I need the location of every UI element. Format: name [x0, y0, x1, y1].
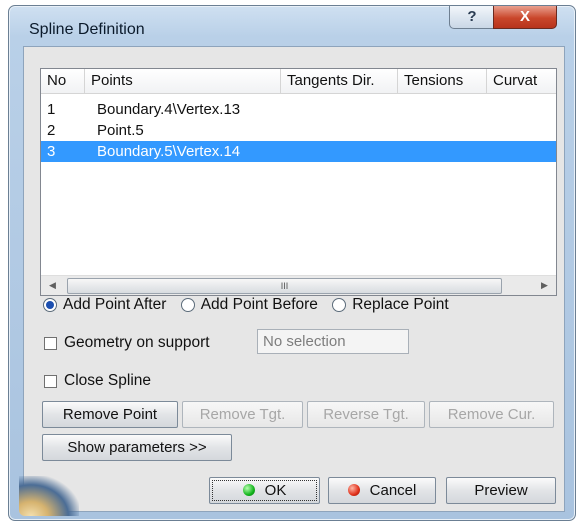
remove-cur-button[interactable]: Remove Cur.: [429, 401, 554, 428]
cancel-button[interactable]: Cancel: [328, 477, 436, 504]
cancel-label: Cancel: [369, 482, 417, 499]
close-button[interactable]: X: [493, 6, 557, 29]
add-point-after-option[interactable]: Add Point After: [43, 296, 166, 314]
list-row-1[interactable]: 1 Boundary.4\Vertex.13: [41, 99, 556, 120]
add-point-before-label: Add Point Before: [200, 296, 318, 313]
close-spline-label: Close Spline: [64, 372, 152, 389]
radio-button-icon[interactable]: [180, 298, 195, 312]
column-header-points[interactable]: Points: [85, 69, 281, 93]
geometry-on-support-checkbox[interactable]: [44, 336, 57, 350]
ok-button[interactable]: OK: [209, 477, 320, 504]
preview-button[interactable]: Preview: [446, 477, 556, 504]
list-row-3-selected[interactable]: 3 Boundary.5\Vertex.14: [41, 141, 556, 162]
insert-mode-options: Add Point After Add Point Before Replace…: [43, 296, 459, 314]
remove-point-button[interactable]: Remove Point: [42, 401, 178, 428]
replace-point-label: Replace Point: [352, 296, 449, 313]
close-spline-checkbox[interactable]: [44, 374, 57, 388]
scroll-left-arrow-icon[interactable]: ◀: [43, 276, 62, 295]
ok-label: OK: [264, 482, 287, 499]
row-number: 3: [47, 143, 56, 160]
support-selection-field[interactable]: No selection: [257, 329, 409, 354]
green-led-icon: [242, 483, 255, 496]
column-header-curvature[interactable]: Curvat: [487, 69, 556, 93]
geometry-on-support-label: Geometry on support: [64, 334, 210, 351]
replace-point-option[interactable]: Replace Point: [332, 296, 449, 314]
show-parameters-button[interactable]: Show parameters >>: [42, 434, 232, 461]
row-point: Boundary.4\Vertex.13: [97, 101, 241, 118]
list-row-2[interactable]: 2 Point.5: [41, 120, 556, 141]
points-list[interactable]: No Points Tangents Dir. Tensions Curvat …: [40, 68, 557, 296]
dialog-title: Spline Definition: [29, 21, 145, 38]
help-button[interactable]: ?: [449, 6, 495, 29]
red-led-icon: [347, 483, 360, 496]
remove-tgt-button[interactable]: Remove Tgt.: [182, 401, 303, 428]
spline-definition-dialog: Spline Definition ? X No Points Tangents…: [8, 5, 576, 521]
column-header-tangents-dir[interactable]: Tangents Dir.: [281, 69, 398, 93]
list-header: No Points Tangents Dir. Tensions Curvat: [41, 69, 556, 94]
row-number: 2: [47, 122, 56, 139]
row-number: 1: [47, 101, 56, 118]
reverse-tgt-button[interactable]: Reverse Tgt.: [307, 401, 425, 428]
radio-button-icon[interactable]: [332, 298, 347, 312]
add-point-after-label: Add Point After: [63, 296, 167, 313]
catia-corner-logo: [19, 476, 79, 516]
horizontal-scrollbar[interactable]: ◀ III ▶: [41, 275, 556, 295]
geometry-on-support-row[interactable]: Geometry on support: [44, 334, 210, 352]
row-point: Point.5: [97, 122, 144, 139]
radio-button-checked-icon[interactable]: [43, 298, 57, 312]
close-spline-row[interactable]: Close Spline: [44, 372, 151, 390]
add-point-before-option[interactable]: Add Point Before: [180, 296, 318, 314]
column-header-tensions[interactable]: Tensions: [398, 69, 487, 93]
scroll-right-arrow-icon[interactable]: ▶: [535, 276, 554, 295]
row-point: Boundary.5\Vertex.14: [97, 143, 241, 160]
title-bar[interactable]: Spline Definition ? X: [9, 6, 575, 48]
scroll-thumb[interactable]: III: [67, 278, 502, 294]
column-header-no[interactable]: No: [41, 69, 85, 93]
